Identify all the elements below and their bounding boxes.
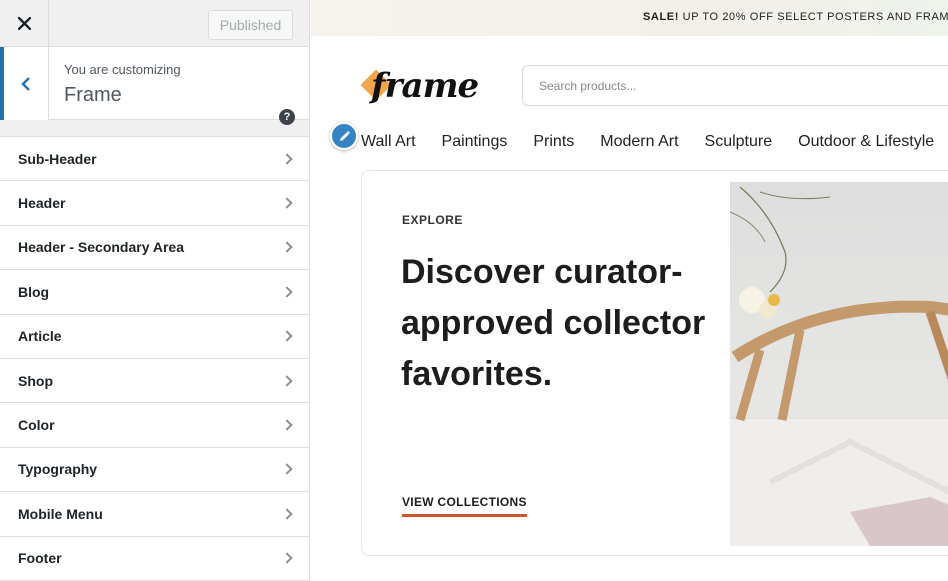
pencil-icon [339,130,350,141]
panel-header-secondary-area[interactable]: Header - Secondary Area [0,225,309,271]
hero-photo-illustration [730,186,948,546]
panel-typography[interactable]: Typography [0,447,309,493]
main-navigation: Wall Art Paintings Prints Modern Art Scu… [361,133,948,151]
nav-outdoor-lifestyle[interactable]: Outdoor & Lifestyle [798,133,934,151]
panel-sub-header[interactable]: Sub-Header [0,137,309,182]
panel-footer[interactable]: Footer [0,536,309,581]
hero-image [730,182,948,546]
chevron-right-icon [281,153,293,165]
edit-shortcut-button[interactable] [330,122,358,150]
nav-wall-art[interactable]: Wall Art [361,133,416,151]
chevron-left-icon [21,76,30,91]
chevron-right-icon [281,286,293,298]
panel-label: Sub-Header [18,150,97,167]
promo-bar: SALE! UP TO 20% OFF SELECT POSTERS AND F… [311,0,948,36]
chevron-right-icon [281,508,293,520]
panel-label: Shop [18,372,53,389]
panel-blog[interactable]: Blog [0,270,309,315]
close-icon [17,17,31,30]
logo-wordmark: frame [371,66,479,106]
panel-label: Color [18,417,55,434]
customizer-sidebar: Published You are customizing Frame ? Su… [0,0,310,581]
search-input[interactable]: Search products... [522,65,948,106]
promo-text: SALE! UP TO 20% OFF SELECT POSTERS AND F… [643,11,948,23]
hero-eyebrow: EXPLORE [402,213,463,227]
customizer-header: Published [0,0,309,47]
view-collections-link[interactable]: VIEW COLLECTIONS [402,495,527,517]
published-button[interactable]: Published [208,10,293,40]
panel-label: Header [18,195,66,212]
panel-label: Blog [18,283,50,300]
panel-mobile-menu[interactable]: Mobile Menu [0,492,309,537]
theme-title: Frame [64,84,122,106]
promo-message: UP TO 20% OFF SELECT POSTERS AND FRAM [679,11,948,23]
panel-label: Footer [18,550,62,567]
panel-color[interactable]: Color [0,403,309,448]
panel-label: Typography [18,461,98,478]
promo-sale: SALE! [643,11,679,23]
site-logo[interactable]: frame [360,64,491,108]
customizer-panel-list: Sub-Header Header Header - Secondary Are… [0,136,309,581]
chevron-right-icon [281,419,293,431]
site-preview: SALE! UP TO 20% OFF SELECT POSTERS AND F… [311,0,948,581]
nav-prints[interactable]: Prints [533,133,574,151]
panel-label: Header - Secondary Area [18,239,184,256]
nav-paintings[interactable]: Paintings [442,133,508,151]
customizing-subtitle: You are customizing [64,62,181,77]
chevron-right-icon [281,463,293,476]
close-customizer-button[interactable] [0,0,49,47]
help-icon[interactable]: ? [279,109,295,125]
back-button[interactable] [0,47,49,120]
chevron-right-icon [281,552,293,564]
panel-header[interactable]: Header [0,181,309,226]
panel-article[interactable]: Article [0,314,309,359]
panel-shop[interactable]: Shop [0,358,309,404]
nav-sculpture[interactable]: Sculpture [705,133,773,151]
panel-label: Mobile Menu [18,505,103,522]
customizer-info: You are customizing Frame ? [0,47,309,125]
chevron-right-icon [281,374,293,387]
nav-modern-art[interactable]: Modern Art [600,133,678,151]
chevron-right-icon [281,197,293,209]
panel-label: Article [18,328,62,345]
hero-headline: Discover curator-approved collector favo… [401,253,706,393]
chevron-right-icon [281,330,293,342]
hero-card: EXPLORE Discover curator-approved collec… [361,170,948,556]
chevron-right-icon [281,241,293,254]
